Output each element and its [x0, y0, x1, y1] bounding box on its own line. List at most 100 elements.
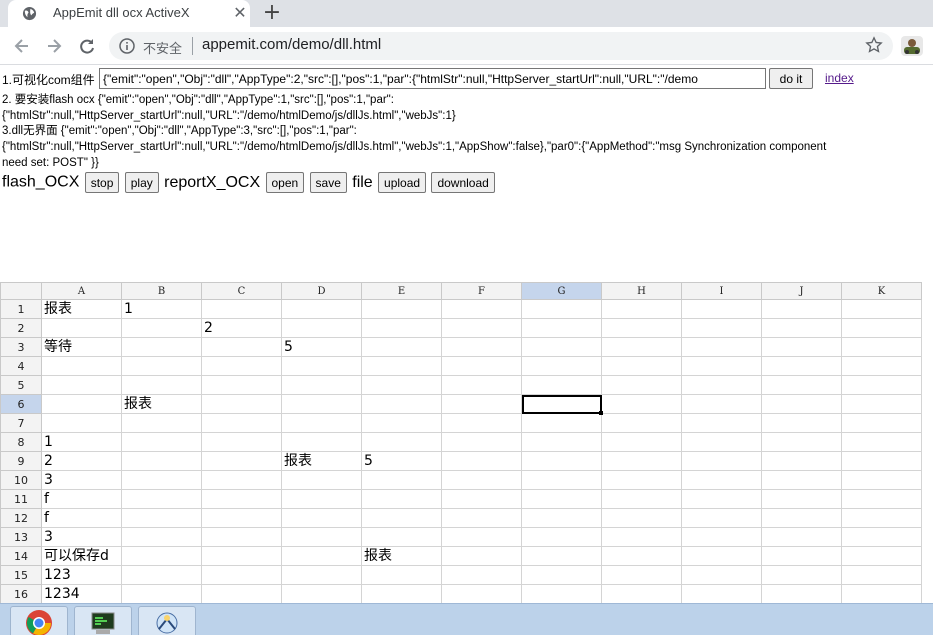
cell-h15[interactable]: [601, 565, 682, 585]
cell-j11[interactable]: [761, 489, 842, 509]
cell-d11[interactable]: [281, 489, 362, 509]
cell-f1[interactable]: [441, 299, 522, 319]
column-header-i[interactable]: I: [681, 282, 762, 300]
cell-c3[interactable]: [201, 337, 282, 357]
cell-k11[interactable]: [841, 489, 922, 509]
cell-e6[interactable]: [361, 394, 442, 414]
cell-i10[interactable]: [681, 470, 762, 490]
cell-i12[interactable]: [681, 508, 762, 528]
row-header[interactable]: 7: [0, 413, 42, 433]
cell-f2[interactable]: [441, 318, 522, 338]
cell-g3[interactable]: [521, 337, 602, 357]
cell-g11[interactable]: [521, 489, 602, 509]
row-header[interactable]: 4: [0, 356, 42, 376]
cell-d2[interactable]: [281, 318, 362, 338]
cell-i13[interactable]: [681, 527, 762, 547]
cell-i15[interactable]: [681, 565, 762, 585]
corner-cell[interactable]: [0, 282, 42, 300]
spreadsheet-grid[interactable]: ABCDEFGHIJK 1 报表 1 2 2 3 等待 5 4 5 6 报表 7 8 1 9 2 报表 5 10 3 11…: [0, 282, 922, 603]
cell-b2[interactable]: [121, 318, 202, 338]
cell-k5[interactable]: [841, 375, 922, 395]
info-icon[interactable]: [119, 38, 135, 54]
cell-b6[interactable]: 报表: [121, 394, 202, 414]
cell-b3[interactable]: [121, 337, 202, 357]
cell-d13[interactable]: [281, 527, 362, 547]
row-header[interactable]: 3: [0, 337, 42, 357]
cell-j7[interactable]: [761, 413, 842, 433]
cell-j1[interactable]: [761, 299, 842, 319]
cell-k9[interactable]: [841, 451, 922, 471]
back-arrow-icon[interactable]: [12, 36, 32, 56]
cell-h10[interactable]: [601, 470, 682, 490]
cell-i8[interactable]: [681, 432, 762, 452]
cell-d5[interactable]: [281, 375, 362, 395]
cell-f10[interactable]: [441, 470, 522, 490]
cell-h16[interactable]: [601, 584, 682, 603]
cell-c16[interactable]: [201, 584, 282, 603]
cell-e10[interactable]: [361, 470, 442, 490]
spreadsheet[interactable]: ABCDEFGHIJK 1 报表 1 2 2 3 等待 5 4 5 6 报表 7 8 1 9 2 报表 5 10 3 11…: [0, 282, 933, 603]
upload-button[interactable]: upload: [378, 172, 427, 193]
column-header-g[interactable]: G: [521, 282, 602, 300]
cell-i16[interactable]: [681, 584, 762, 603]
cell-h8[interactable]: [601, 432, 682, 452]
column-header-e[interactable]: E: [361, 282, 442, 300]
cell-k4[interactable]: [841, 356, 922, 376]
row-header[interactable]: 10: [0, 470, 42, 490]
url-text[interactable]: appemit.com/demo/dll.html: [202, 36, 381, 53]
download-button[interactable]: download: [431, 172, 495, 193]
cell-k3[interactable]: [841, 337, 922, 357]
cell-j12[interactable]: [761, 508, 842, 528]
cell-d7[interactable]: [281, 413, 362, 433]
cell-k7[interactable]: [841, 413, 922, 433]
cell-k1[interactable]: [841, 299, 922, 319]
cell-e13[interactable]: [361, 527, 442, 547]
cell-i7[interactable]: [681, 413, 762, 433]
cell-i1[interactable]: [681, 299, 762, 319]
cell-i5[interactable]: [681, 375, 762, 395]
address-bar[interactable]: 不安全 appemit.com/demo/dll.html: [109, 32, 893, 60]
cell-i6[interactable]: [681, 394, 762, 414]
cell-f5[interactable]: [441, 375, 522, 395]
cell-a16[interactable]: 1234: [41, 584, 122, 603]
cell-k8[interactable]: [841, 432, 922, 452]
cell-g2[interactable]: [521, 318, 602, 338]
cell-j2[interactable]: [761, 318, 842, 338]
cell-k12[interactable]: [841, 508, 922, 528]
cell-c13[interactable]: [201, 527, 282, 547]
row-header[interactable]: 13: [0, 527, 42, 547]
cell-a5[interactable]: [41, 375, 122, 395]
cell-b12[interactable]: [121, 508, 202, 528]
new-tab-button[interactable]: +: [262, 2, 282, 24]
cell-c10[interactable]: [201, 470, 282, 490]
column-header-b[interactable]: B: [121, 282, 202, 300]
cell-i11[interactable]: [681, 489, 762, 509]
cell-g4[interactable]: [521, 356, 602, 376]
cell-j3[interactable]: [761, 337, 842, 357]
cell-e16[interactable]: [361, 584, 442, 603]
cell-f14[interactable]: [441, 546, 522, 566]
cell-h12[interactable]: [601, 508, 682, 528]
index-link[interactable]: index: [825, 71, 854, 85]
cell-c1[interactable]: [201, 299, 282, 319]
cell-a11[interactable]: f: [41, 489, 122, 509]
taskbar-app[interactable]: [138, 606, 196, 635]
cell-e8[interactable]: [361, 432, 442, 452]
cell-h3[interactable]: [601, 337, 682, 357]
save-button[interactable]: save: [309, 172, 347, 193]
stop-button[interactable]: stop: [84, 172, 120, 193]
cell-i9[interactable]: [681, 451, 762, 471]
column-header-j[interactable]: J: [761, 282, 842, 300]
cell-g16[interactable]: [521, 584, 602, 603]
cell-c15[interactable]: [201, 565, 282, 585]
cell-e1[interactable]: [361, 299, 442, 319]
cell-g8[interactable]: [521, 432, 602, 452]
cell-f8[interactable]: [441, 432, 522, 452]
cell-a8[interactable]: 1: [41, 432, 122, 452]
cell-e5[interactable]: [361, 375, 442, 395]
cell-f16[interactable]: [441, 584, 522, 603]
cell-d1[interactable]: [281, 299, 362, 319]
star-icon[interactable]: [865, 36, 883, 54]
cell-e9[interactable]: 5: [361, 451, 442, 471]
column-header-h[interactable]: H: [601, 282, 682, 300]
